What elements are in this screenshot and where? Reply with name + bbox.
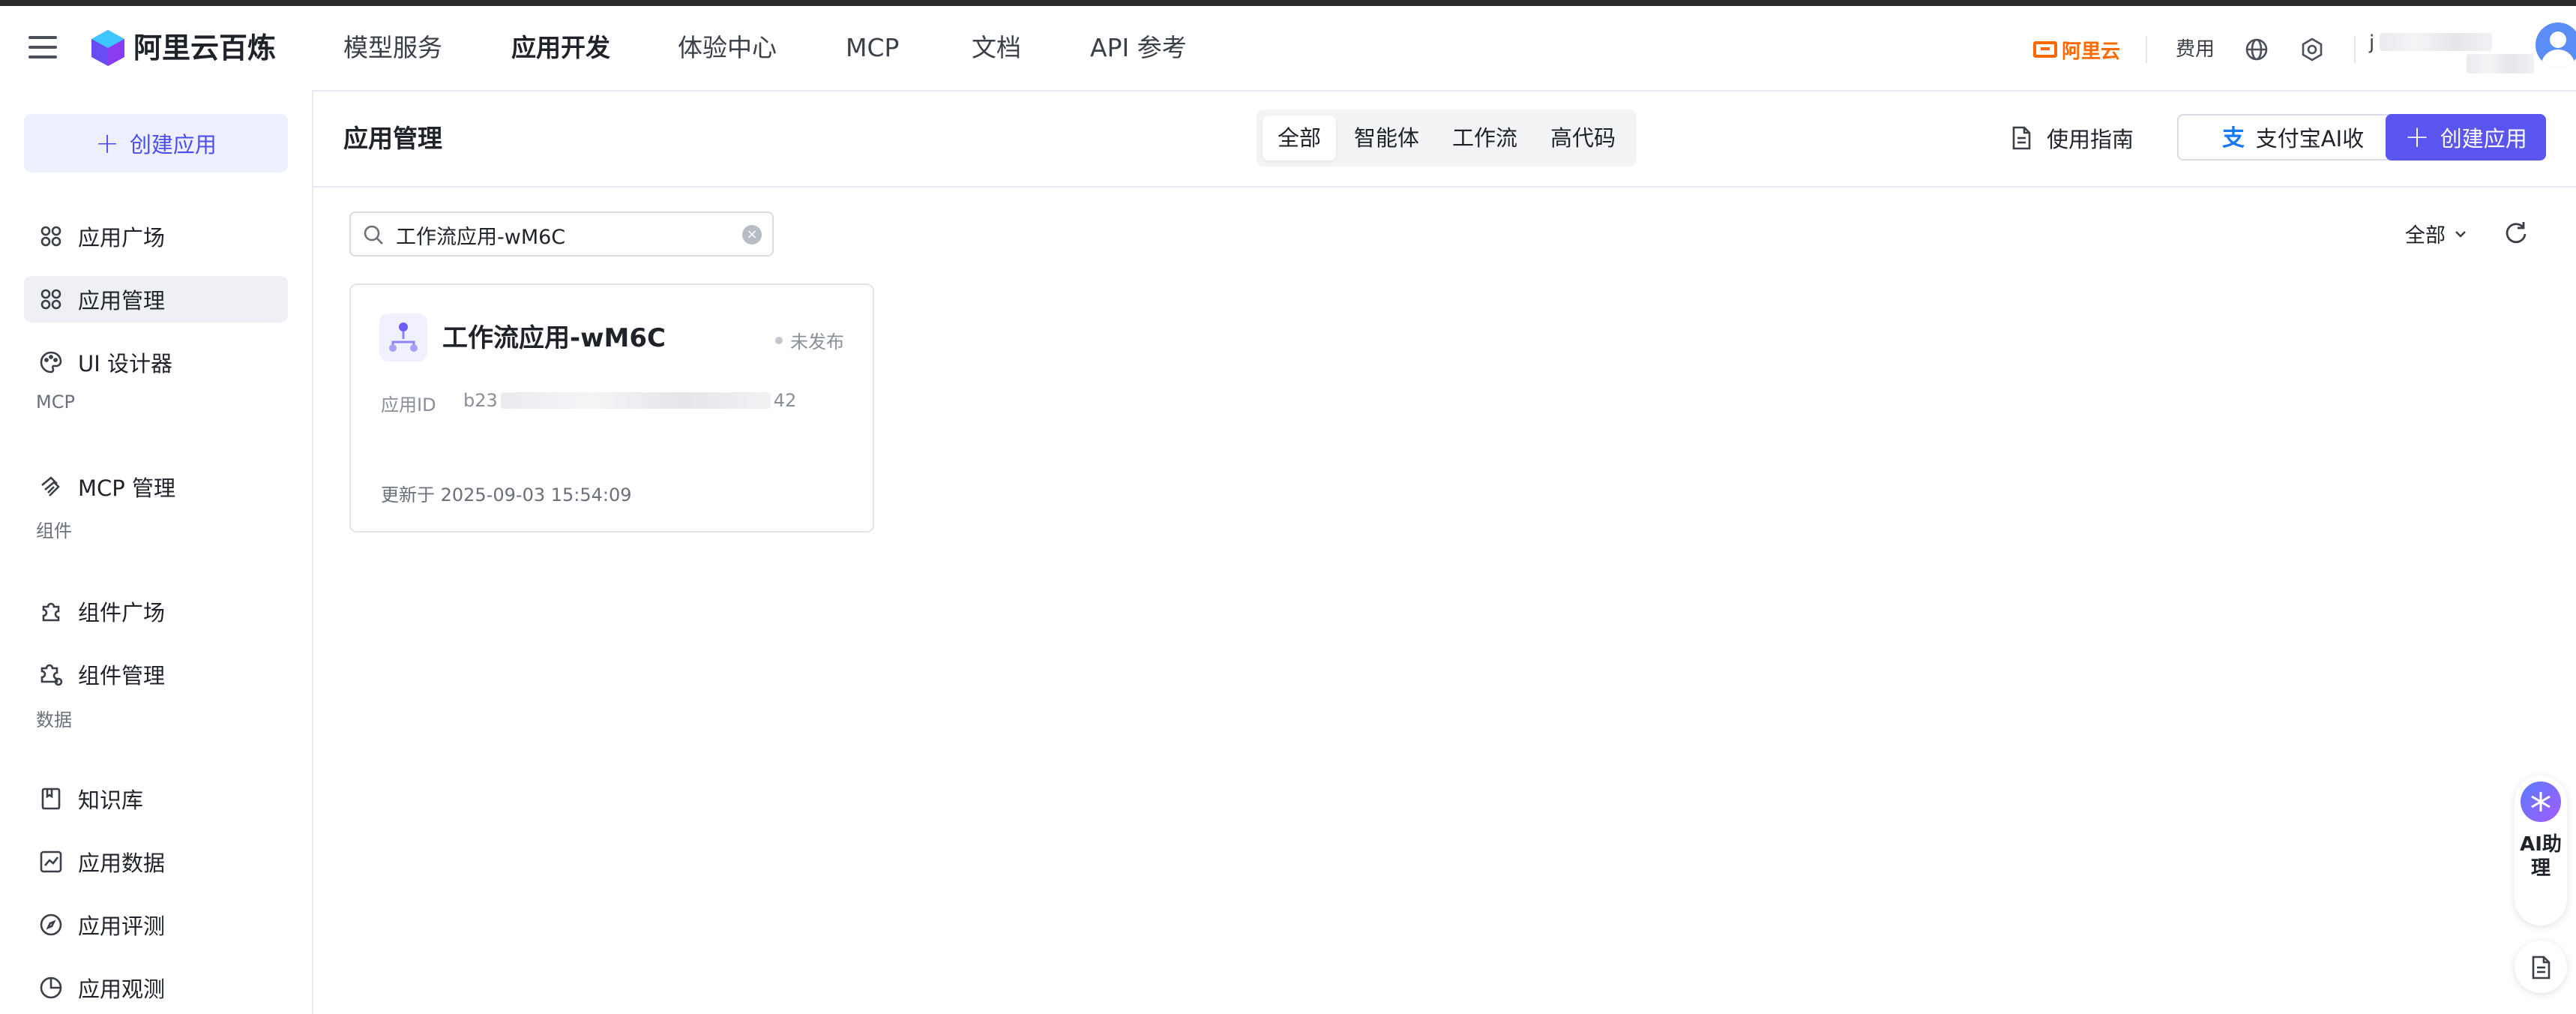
chevron-down-icon [2455,230,2466,238]
nav-app-dev[interactable]: 应用开发 [511,28,610,68]
tab-workflow[interactable]: 工作流 [1437,116,1532,160]
mcp-icon [41,476,60,496]
puzzle-gear-icon [40,664,63,686]
alipay-icon: 支 [2222,125,2245,150]
sidebar-item-app-eval[interactable]: 应用评测 [24,902,288,948]
pie-chart-icon [40,976,62,999]
user-initial: j [2369,32,2375,54]
search-icon [364,225,383,244]
ai-assistant-button[interactable]: AI助理 [2515,776,2567,926]
clear-icon[interactable]: × [742,225,762,244]
main-content: 应用管理 全部 智能体 工作流 高代码 使用指南 支 支付宝AI收 + 创建应用 [313,90,2576,1014]
sidebar-item-app-manage[interactable]: 应用管理 [24,276,288,322]
aliyun-label: 阿里云 [2062,40,2121,63]
sidebar-item-mcp-manage[interactable]: MCP 管理 [24,464,288,510]
sidebar-group-mcp: MCP [36,392,75,412]
sidebar-item-app-observe[interactable]: 应用观测 [24,964,288,1011]
refresh-icon[interactable] [2503,219,2530,246]
alipay-ai-button[interactable]: 支 支付宝AI收 [2177,114,2407,160]
app-id-label: 应用ID [381,394,436,416]
fee-link[interactable]: 费用 [2176,34,2215,64]
sidebar-item-component-manage[interactable]: 组件管理 [24,651,288,698]
window-top-strip [0,0,2576,6]
masked-account-id [2467,54,2534,74]
bailian-logo-icon [91,30,124,66]
create-app-button[interactable]: + 创建应用 [2386,114,2546,160]
sidebar-create-app-button[interactable]: + 创建应用 [24,114,288,172]
aliyun-logo-icon [2033,41,2057,58]
nav-mcp[interactable]: MCP [846,28,899,68]
document-icon [2012,126,2031,150]
nav-model-service[interactable]: 模型服务 [343,28,442,68]
ai-star-icon [2521,782,2561,822]
sidebar-item-component-square[interactable]: 组件广场 [24,588,288,634]
tab-agent[interactable]: 智能体 [1339,116,1434,160]
gear-icon[interactable] [2299,36,2326,63]
ai-assistant-label: AI助理 [2520,833,2562,880]
globe-icon[interactable] [2243,36,2270,63]
sidebar-item-ui-designer[interactable]: UI 设计器 [24,339,288,386]
compass-icon [40,914,62,936]
status-dot [775,336,783,344]
sidebar-item-app-data[interactable]: 应用数据 [24,838,288,885]
tab-all[interactable]: 全部 [1263,116,1337,160]
app-name: 工作流应用-wM6C [442,323,666,353]
search-box: × [349,212,774,256]
status-badge: 未发布 [775,327,844,353]
plus-icon: + [2404,120,2430,154]
sub-header: 应用管理 全部 智能体 工作流 高代码 使用指南 支 支付宝AI收 + 创建应用 [313,90,2576,188]
doc-float-button[interactable] [2515,940,2567,993]
status-filter-dropdown[interactable]: 全部 [2405,219,2468,248]
grid-icon [40,289,61,310]
menu-icon[interactable] [28,36,57,58]
sidebar-item-knowledge-base[interactable]: 知识库 [24,776,288,822]
book-icon [41,788,61,810]
nav-docs[interactable]: 文档 [972,28,1021,68]
sidebar-group-component: 组件 [36,520,72,542]
aliyun-link[interactable]: 阿里云 [2033,34,2120,64]
sidebar-group-data: 数据 [36,710,72,730]
grid-icon [40,226,61,247]
top-header: 阿里云百炼 模型服务 应用开发 体验中心 MCP 文档 API 参考 阿里云 费… [0,6,2576,92]
brand-name[interactable]: 阿里云百炼 [133,28,276,68]
tab-high-code[interactable]: 高代码 [1535,116,1631,160]
header-divider [2354,36,2356,63]
search-input[interactable] [394,219,727,250]
app-card[interactable]: 工作流应用-wM6C 未发布 应用ID b23 42 更新于 2025-09-0… [349,284,874,532]
palette-icon [40,351,62,374]
plus-icon: + [95,127,119,160]
avatar[interactable] [2536,22,2576,68]
app-id-value: b23 42 [463,390,797,411]
updated-time: 更新于 2025-09-03 15:54:09 [381,484,632,506]
chart-line-icon [40,850,62,873]
document-icon [2532,956,2551,980]
masked-app-id [500,392,771,409]
sidebar-item-app-square[interactable]: 应用广场 [24,213,288,260]
sidebar: + 创建应用 应用广场 应用管理 UI 设计器 MCP MCP 管理 组件 组件… [0,90,313,1014]
puzzle-icon [42,602,60,622]
masked-username [2380,33,2492,51]
nav-experience[interactable]: 体验中心 [678,28,777,68]
nav-api-ref[interactable]: API 参考 [1090,28,1187,68]
header-divider [2146,36,2147,63]
app-type-tabs: 全部 智能体 工作流 高代码 [1257,110,1637,166]
usage-guide-link[interactable]: 使用指南 [2009,118,2134,158]
workflow-icon [379,314,427,362]
page-title: 应用管理 [343,124,442,153]
svg-text:支: 支 [2222,125,2245,150]
